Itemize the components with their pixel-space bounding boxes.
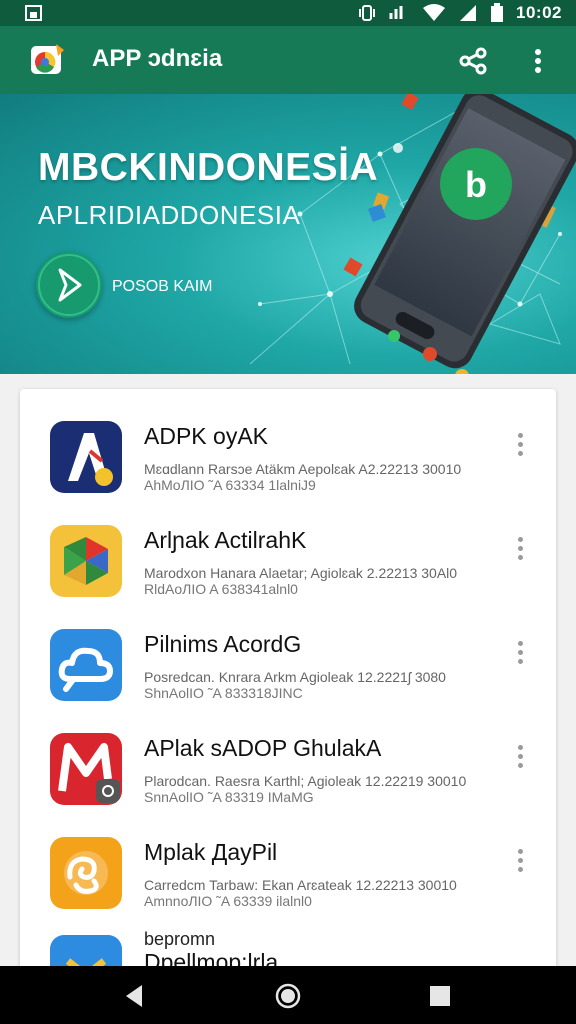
app-logo-icon xyxy=(31,44,64,74)
app-category-label: bepromn xyxy=(144,929,216,949)
item-menu-icon[interactable] xyxy=(512,847,528,875)
svg-text:b: b xyxy=(465,164,487,205)
app-name: Arlɲak ActilrahK xyxy=(144,527,307,553)
app-detail-line: Posredcan. Knrara Arkm Agioleak 12.2221ʃ… xyxy=(144,669,446,685)
status-time: 10:02 xyxy=(516,3,562,22)
app-name: APlak sADOP GhulakA xyxy=(144,735,382,761)
back-icon[interactable] xyxy=(120,982,148,1010)
status-bar: 10:02 xyxy=(0,0,576,26)
banner-subheadline: APLRIDIADDONESIA xyxy=(38,200,301,230)
swirl-icon xyxy=(64,851,108,895)
list-item[interactable]: Mplak ДayPil Carredcm Tarbaw: Ekan Arɛat… xyxy=(20,837,556,941)
app-detail-line: SnnAolIO ˜A 83319 IMaMG xyxy=(144,789,314,805)
app-name: Mplak ДayPil xyxy=(144,839,278,865)
app-detail-line: AmnnoЛIO ˜A 63339 ilalnl0 xyxy=(144,893,312,909)
item-menu-icon[interactable] xyxy=(512,431,528,459)
battery-icon xyxy=(491,3,504,22)
promo-banner: MBCKINDONESİA APLRIDIADDONESIA POSOB KAI… xyxy=(0,94,576,374)
item-menu-icon[interactable] xyxy=(512,743,528,771)
app-detail-line: Mɛɑdlann Rarsɔe Atäkm Aepolɛak A2.22213 … xyxy=(144,461,462,477)
more-options-icon[interactable] xyxy=(526,46,550,76)
app-detail-line: RldAoЛIO A 638341alnl0 xyxy=(144,581,298,597)
app-detail-line: AhMoЛIO ˜A 63334 1lalniJ9 xyxy=(144,477,316,493)
pinwheel-icon xyxy=(64,537,108,585)
app-icon xyxy=(50,837,122,909)
recents-icon[interactable] xyxy=(426,982,454,1010)
letter-m-icon xyxy=(58,743,120,803)
app-detail-line: Marodxon Hanara Alaetar; Agiolɛak 2.2221… xyxy=(144,565,458,581)
banner-cta-label: POSOB KAIM xyxy=(112,278,213,295)
phone-illustration: b xyxy=(354,94,576,374)
vibrate-icon xyxy=(359,5,376,21)
play-arrow-icon xyxy=(38,254,100,316)
home-icon[interactable] xyxy=(274,982,302,1010)
app-bar: APP ɔdnɛia xyxy=(0,26,576,94)
item-menu-icon[interactable] xyxy=(512,535,528,563)
notification-icon xyxy=(25,5,42,21)
letter-a-icon xyxy=(68,433,113,486)
banner-play-button[interactable] xyxy=(36,252,102,318)
app-icon xyxy=(50,629,122,701)
app-icon xyxy=(50,525,122,597)
list-item[interactable]: Arlɲak ActilrahK Marodxon Hanara Alaetar… xyxy=(20,525,556,629)
app-name: ADPK oyAK xyxy=(144,423,268,449)
app-list-card: ADPK oyAK Mɛɑdlann Rarsɔe Atäkm Aepolɛak… xyxy=(20,389,556,989)
app-icon xyxy=(50,733,122,805)
list-item[interactable]: APlak sADOP GhulakA Plarodcan. Raesra Ka… xyxy=(20,733,556,837)
app-detail-line: ShnAolIO ˜A 833318JINC xyxy=(144,685,303,701)
app-detail-line: Plarodcan. Raesra Karthl; Agioleak 12.22… xyxy=(144,773,467,789)
banner-headline: MBCKINDONESİA xyxy=(38,146,379,189)
app-detail-line: Carredcm Tarbaw: Ekan Arɛateak 12.22213 … xyxy=(144,877,457,893)
cloud-icon xyxy=(58,647,113,692)
system-nav-bar xyxy=(0,966,576,1024)
cellular-icon xyxy=(460,5,477,21)
wifi-icon xyxy=(423,4,446,21)
app-icon xyxy=(50,421,122,493)
signal-bars-icon xyxy=(389,6,403,19)
app-title: APP ɔdnɛia xyxy=(92,45,223,72)
list-item[interactable]: Pilnims AcordG Posredcan. Knrara Arkm Ag… xyxy=(20,629,556,733)
share-icon[interactable] xyxy=(458,46,488,76)
list-item[interactable]: ADPK oyAK Mɛɑdlann Rarsɔe Atäkm Aepolɛak… xyxy=(20,421,556,525)
item-menu-icon[interactable] xyxy=(512,639,528,667)
app-name: Pilnims AcordG xyxy=(144,631,302,657)
